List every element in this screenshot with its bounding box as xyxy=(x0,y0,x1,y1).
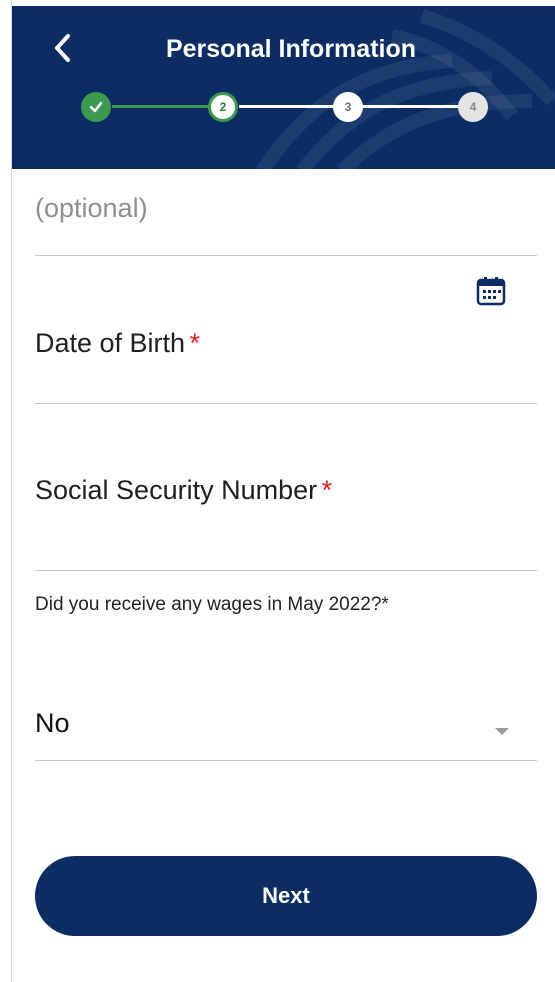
wages-question: Did you receive any wages in May 2022?* xyxy=(35,590,435,620)
next-button[interactable]: Next xyxy=(35,856,537,936)
optional-field-placeholder: (optional) xyxy=(35,193,148,223)
step-4-upcoming: 4 xyxy=(458,92,488,122)
step-connector-2 xyxy=(239,105,347,108)
progress-stepper: 2 3 4 xyxy=(12,6,555,169)
step-2-current: 2 xyxy=(208,92,238,122)
step-3-upcoming: 3 xyxy=(333,92,363,122)
required-asterisk: * xyxy=(381,594,389,615)
step-connector-1 xyxy=(112,105,222,108)
wages-select-underline xyxy=(35,760,537,761)
ssn-field[interactable]: Social Security Number * xyxy=(35,475,537,515)
wages-question-label: Did you receive any wages in May 2022? xyxy=(35,594,382,615)
optional-field-underline xyxy=(35,255,537,256)
optional-name-field[interactable]: (optional) xyxy=(35,193,537,233)
check-icon xyxy=(89,101,103,113)
required-asterisk: * xyxy=(321,475,333,505)
caret-down-icon xyxy=(495,728,509,735)
wages-select[interactable]: No xyxy=(35,708,537,753)
calendar-icon[interactable] xyxy=(475,275,507,307)
date-of-birth-label: Date of Birth xyxy=(35,328,186,358)
ssn-label: Social Security Number xyxy=(35,475,318,505)
date-of-birth-underline xyxy=(35,403,537,404)
required-asterisk: * xyxy=(189,328,201,358)
ssn-underline xyxy=(35,570,537,571)
step-1-completed xyxy=(81,92,111,122)
app-header: Personal Information 2 3 4 xyxy=(12,6,555,169)
wages-selected-value: No xyxy=(35,708,70,738)
window-edge xyxy=(0,0,12,982)
step-connector-3 xyxy=(362,105,472,108)
date-of-birth-field[interactable]: Date of Birth * xyxy=(35,328,537,368)
